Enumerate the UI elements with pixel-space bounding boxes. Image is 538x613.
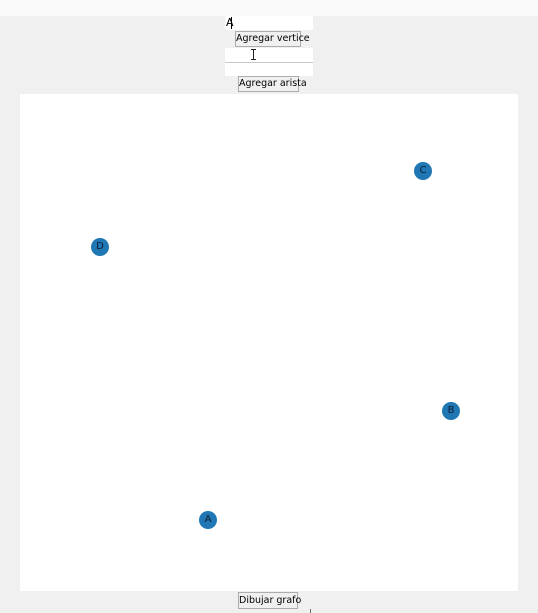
graph-node: B [442, 402, 460, 420]
add-edge-button[interactable]: Agregar arista [238, 76, 307, 92]
graph-node: A [199, 511, 217, 529]
add-vertex-button[interactable]: Agregar vertice [235, 31, 310, 47]
graph-canvas[interactable]: C D B A [20, 94, 518, 591]
window-edge-mark [310, 609, 311, 613]
ibeam-cursor-icon [251, 49, 256, 60]
draw-graph-button[interactable]: Dibujar grafo [238, 592, 301, 609]
top-strip [0, 0, 538, 16]
graph-node: C [414, 162, 432, 180]
edge-from-input[interactable] [225, 48, 313, 62]
text-caret [231, 17, 232, 29]
edge-to-input[interactable] [225, 62, 313, 76]
graph-node: D [91, 238, 109, 256]
vertex-input[interactable] [225, 16, 313, 30]
